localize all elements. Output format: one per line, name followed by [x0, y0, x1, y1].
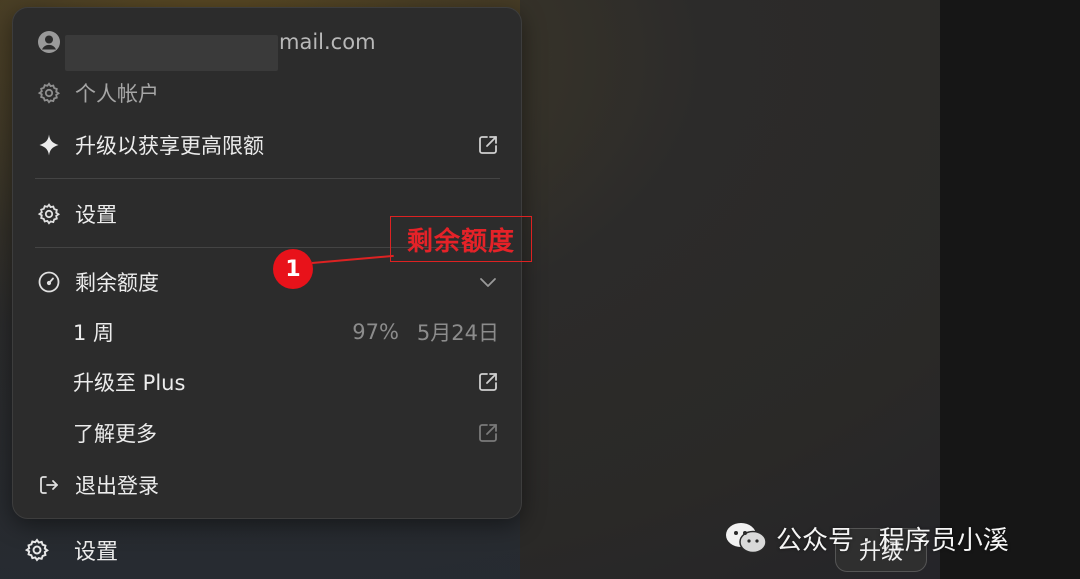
chevron-down-icon[interactable] — [477, 271, 499, 293]
menu-item-personal-account[interactable]: 个人帐户 — [13, 71, 521, 115]
menu-item-label: 了解更多 — [73, 422, 157, 446]
gear-icon — [35, 200, 63, 228]
menu-item-label: 升级至 Plus — [73, 371, 186, 395]
quota-percent: 97% — [352, 320, 399, 344]
account-menu: mail.com 个人帐户 升级以获享更高限额 设置 剩余额度 1 周 97% … — [12, 7, 522, 519]
wechat-icon — [726, 523, 767, 554]
email-redaction — [65, 35, 278, 71]
menu-item-upgrade-limit[interactable]: 升级以获享更高限额 — [13, 123, 521, 167]
menu-divider — [35, 178, 500, 179]
email-text: mail.com — [279, 30, 376, 54]
menu-item-label: 设置 — [75, 203, 117, 227]
menu-item-label: 退出登录 — [75, 474, 159, 498]
logout-icon — [35, 471, 63, 499]
quota-period-label: 1 周 — [73, 321, 115, 345]
external-link-icon — [477, 134, 499, 156]
quota-reset-date: 5月24日 — [416, 321, 499, 345]
external-link-icon — [477, 422, 499, 444]
watermark-text: 公众号 · 程序员小溪 — [776, 525, 1009, 556]
annotation-badge: 1 — [273, 249, 313, 289]
menu-item-learn-more[interactable]: 了解更多 — [13, 411, 521, 455]
watermark: 公众号 · 程序员小溪 — [724, 518, 1009, 558]
menu-item-label: 剩余额度 — [75, 271, 159, 295]
right-panel — [940, 0, 1080, 579]
gauge-icon — [35, 268, 63, 296]
menu-item-logout[interactable]: 退出登录 — [13, 463, 521, 507]
gear-icon — [35, 79, 63, 107]
quota-week-values: 97% 5月24日 — [352, 317, 499, 347]
annotation-label: 剩余额度 — [390, 216, 532, 262]
gear-icon — [22, 535, 52, 565]
quota-week-row: 1 周 97% 5月24日 — [13, 310, 521, 354]
menu-item-remaining-quota[interactable]: 剩余额度 — [13, 260, 521, 304]
external-link-icon — [477, 371, 499, 393]
sidebar-settings-button[interactable]: 设置 — [22, 528, 118, 572]
sparkle-icon — [35, 131, 63, 159]
menu-item-label: 个人帐户 — [75, 82, 159, 106]
sidebar-settings-label: 设置 — [74, 540, 119, 565]
user-avatar-icon — [35, 28, 63, 56]
menu-item-label: 升级以获享更高限额 — [75, 134, 264, 158]
menu-item-upgrade-plus[interactable]: 升级至 Plus — [13, 360, 521, 404]
account-email-row: mail.com — [13, 20, 521, 71]
